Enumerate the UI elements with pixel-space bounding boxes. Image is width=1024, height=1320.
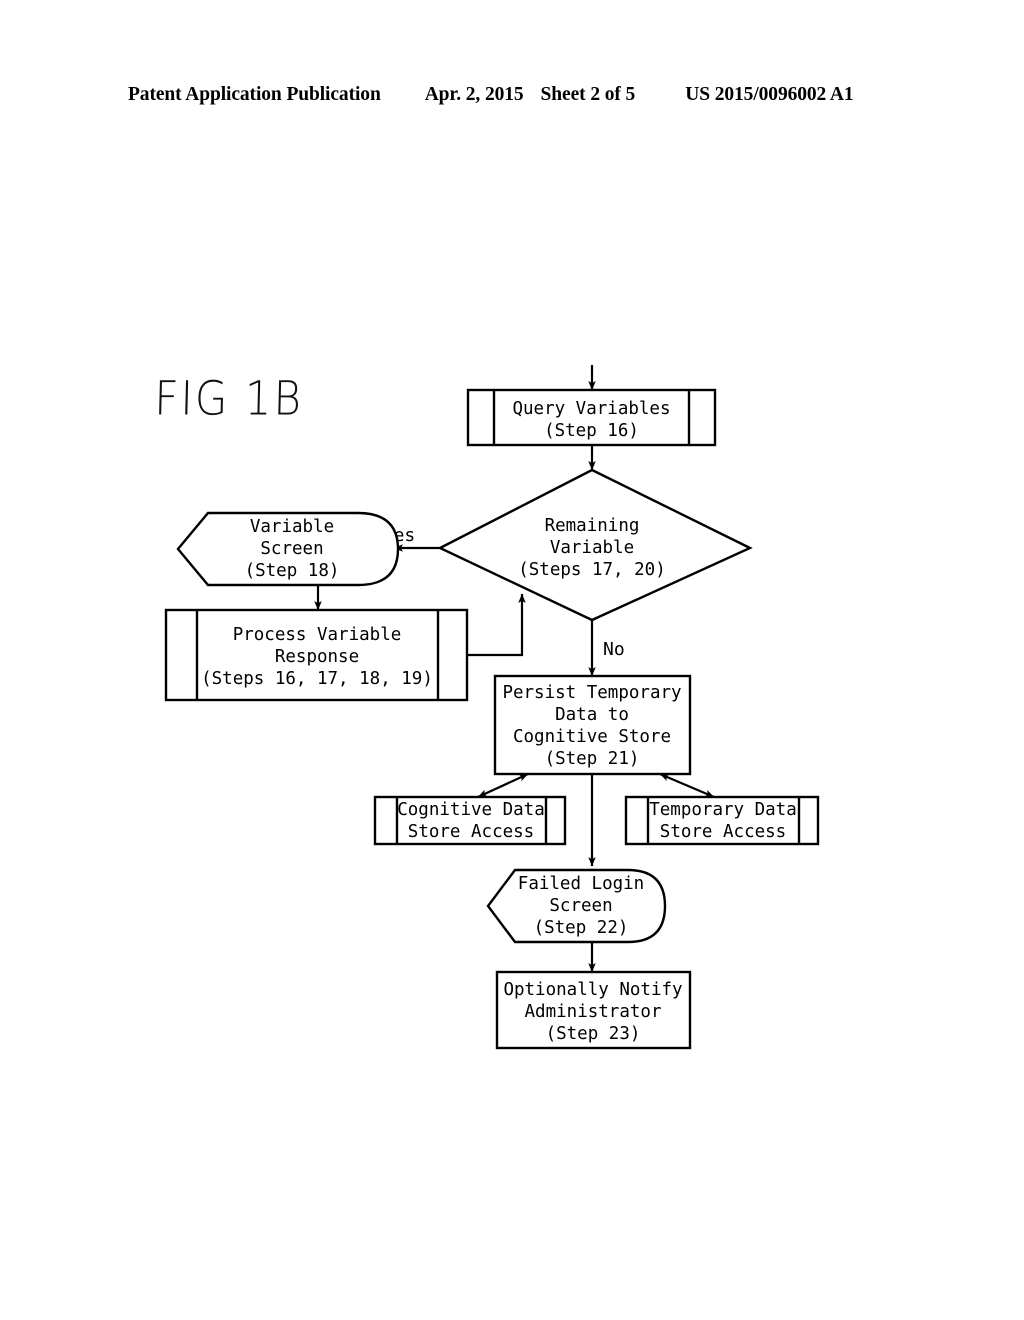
node-cognitive-data-store-access[interactable]: Cognitive Data Store Access <box>373 795 567 846</box>
patent-drawing-page: Patent Application Publication Apr. 2, 2… <box>0 0 1024 1320</box>
node-variable-screen-line2: Screen <box>260 539 323 559</box>
edge-persist-to-cognitive-store <box>477 773 529 798</box>
edge-persist-to-temporary-store <box>659 772 715 799</box>
node-persist-temporary-data-line4: (Step 21) <box>545 749 640 769</box>
node-temporary-data-store-access[interactable]: Temporary Data Store Access <box>624 795 820 846</box>
node-failed-login-screen-line3: (Step 22) <box>534 918 629 938</box>
node-failed-login-screen-line2: Screen <box>549 896 612 916</box>
node-remaining-variable-line1: Remaining <box>545 516 640 536</box>
node-variable-screen[interactable]: Variable Screen (Step 18) <box>176 511 400 587</box>
node-variable-screen-line3: (Step 18) <box>245 561 340 581</box>
node-query-variables[interactable]: Query Variables (Step 16) <box>466 388 717 447</box>
node-temporary-data-store-access-line2: Store Access <box>660 822 786 842</box>
edge-process-loopback-to-decision <box>467 593 526 657</box>
node-remaining-variable[interactable]: Remaining Variable (Steps 17, 20) <box>437 468 753 622</box>
node-process-variable-response-line2: Response <box>275 647 359 667</box>
node-optionally-notify-administrator[interactable]: Optionally Notify Administrator (Step 23… <box>495 970 692 1050</box>
node-query-variables-line2: (Step 16) <box>544 421 639 441</box>
node-optionally-notify-administrator-line1: Optionally Notify <box>503 980 682 1000</box>
node-persist-temporary-data[interactable]: Persist Temporary Data to Cognitive Stor… <box>493 674 692 776</box>
edge-label-no: No <box>603 639 625 660</box>
node-remaining-variable-line3: (Steps 17, 20) <box>518 560 666 580</box>
node-cognitive-data-store-access-line1: Cognitive Data <box>397 800 545 820</box>
node-temporary-data-store-access-line1: Temporary Data <box>649 800 797 820</box>
node-process-variable-response[interactable]: Process Variable Response (Steps 16, 17,… <box>164 608 469 702</box>
node-failed-login-screen-line1: Failed Login <box>518 874 644 894</box>
node-remaining-variable-line2: Variable <box>550 538 634 558</box>
node-optionally-notify-administrator-line2: Administrator <box>525 1002 662 1022</box>
flowchart-diagram: Query Variables (Step 16) Remaining Vari… <box>164 365 820 1050</box>
node-variable-screen-line1: Variable <box>250 517 334 537</box>
node-optionally-notify-administrator-line3: (Step 23) <box>546 1024 641 1044</box>
node-failed-login-screen[interactable]: Failed Login Screen (Step 22) <box>486 868 667 944</box>
node-cognitive-data-store-access-line2: Store Access <box>408 822 534 842</box>
node-persist-temporary-data-line3: Cognitive Store <box>513 727 671 747</box>
node-process-variable-response-line1: Process Variable <box>233 625 402 645</box>
node-query-variables-line1: Query Variables <box>512 399 670 419</box>
node-persist-temporary-data-line2: Data to <box>555 705 629 725</box>
node-persist-temporary-data-line1: Persist Temporary <box>502 683 681 703</box>
node-process-variable-response-line3: (Steps 16, 17, 18, 19) <box>201 669 433 689</box>
